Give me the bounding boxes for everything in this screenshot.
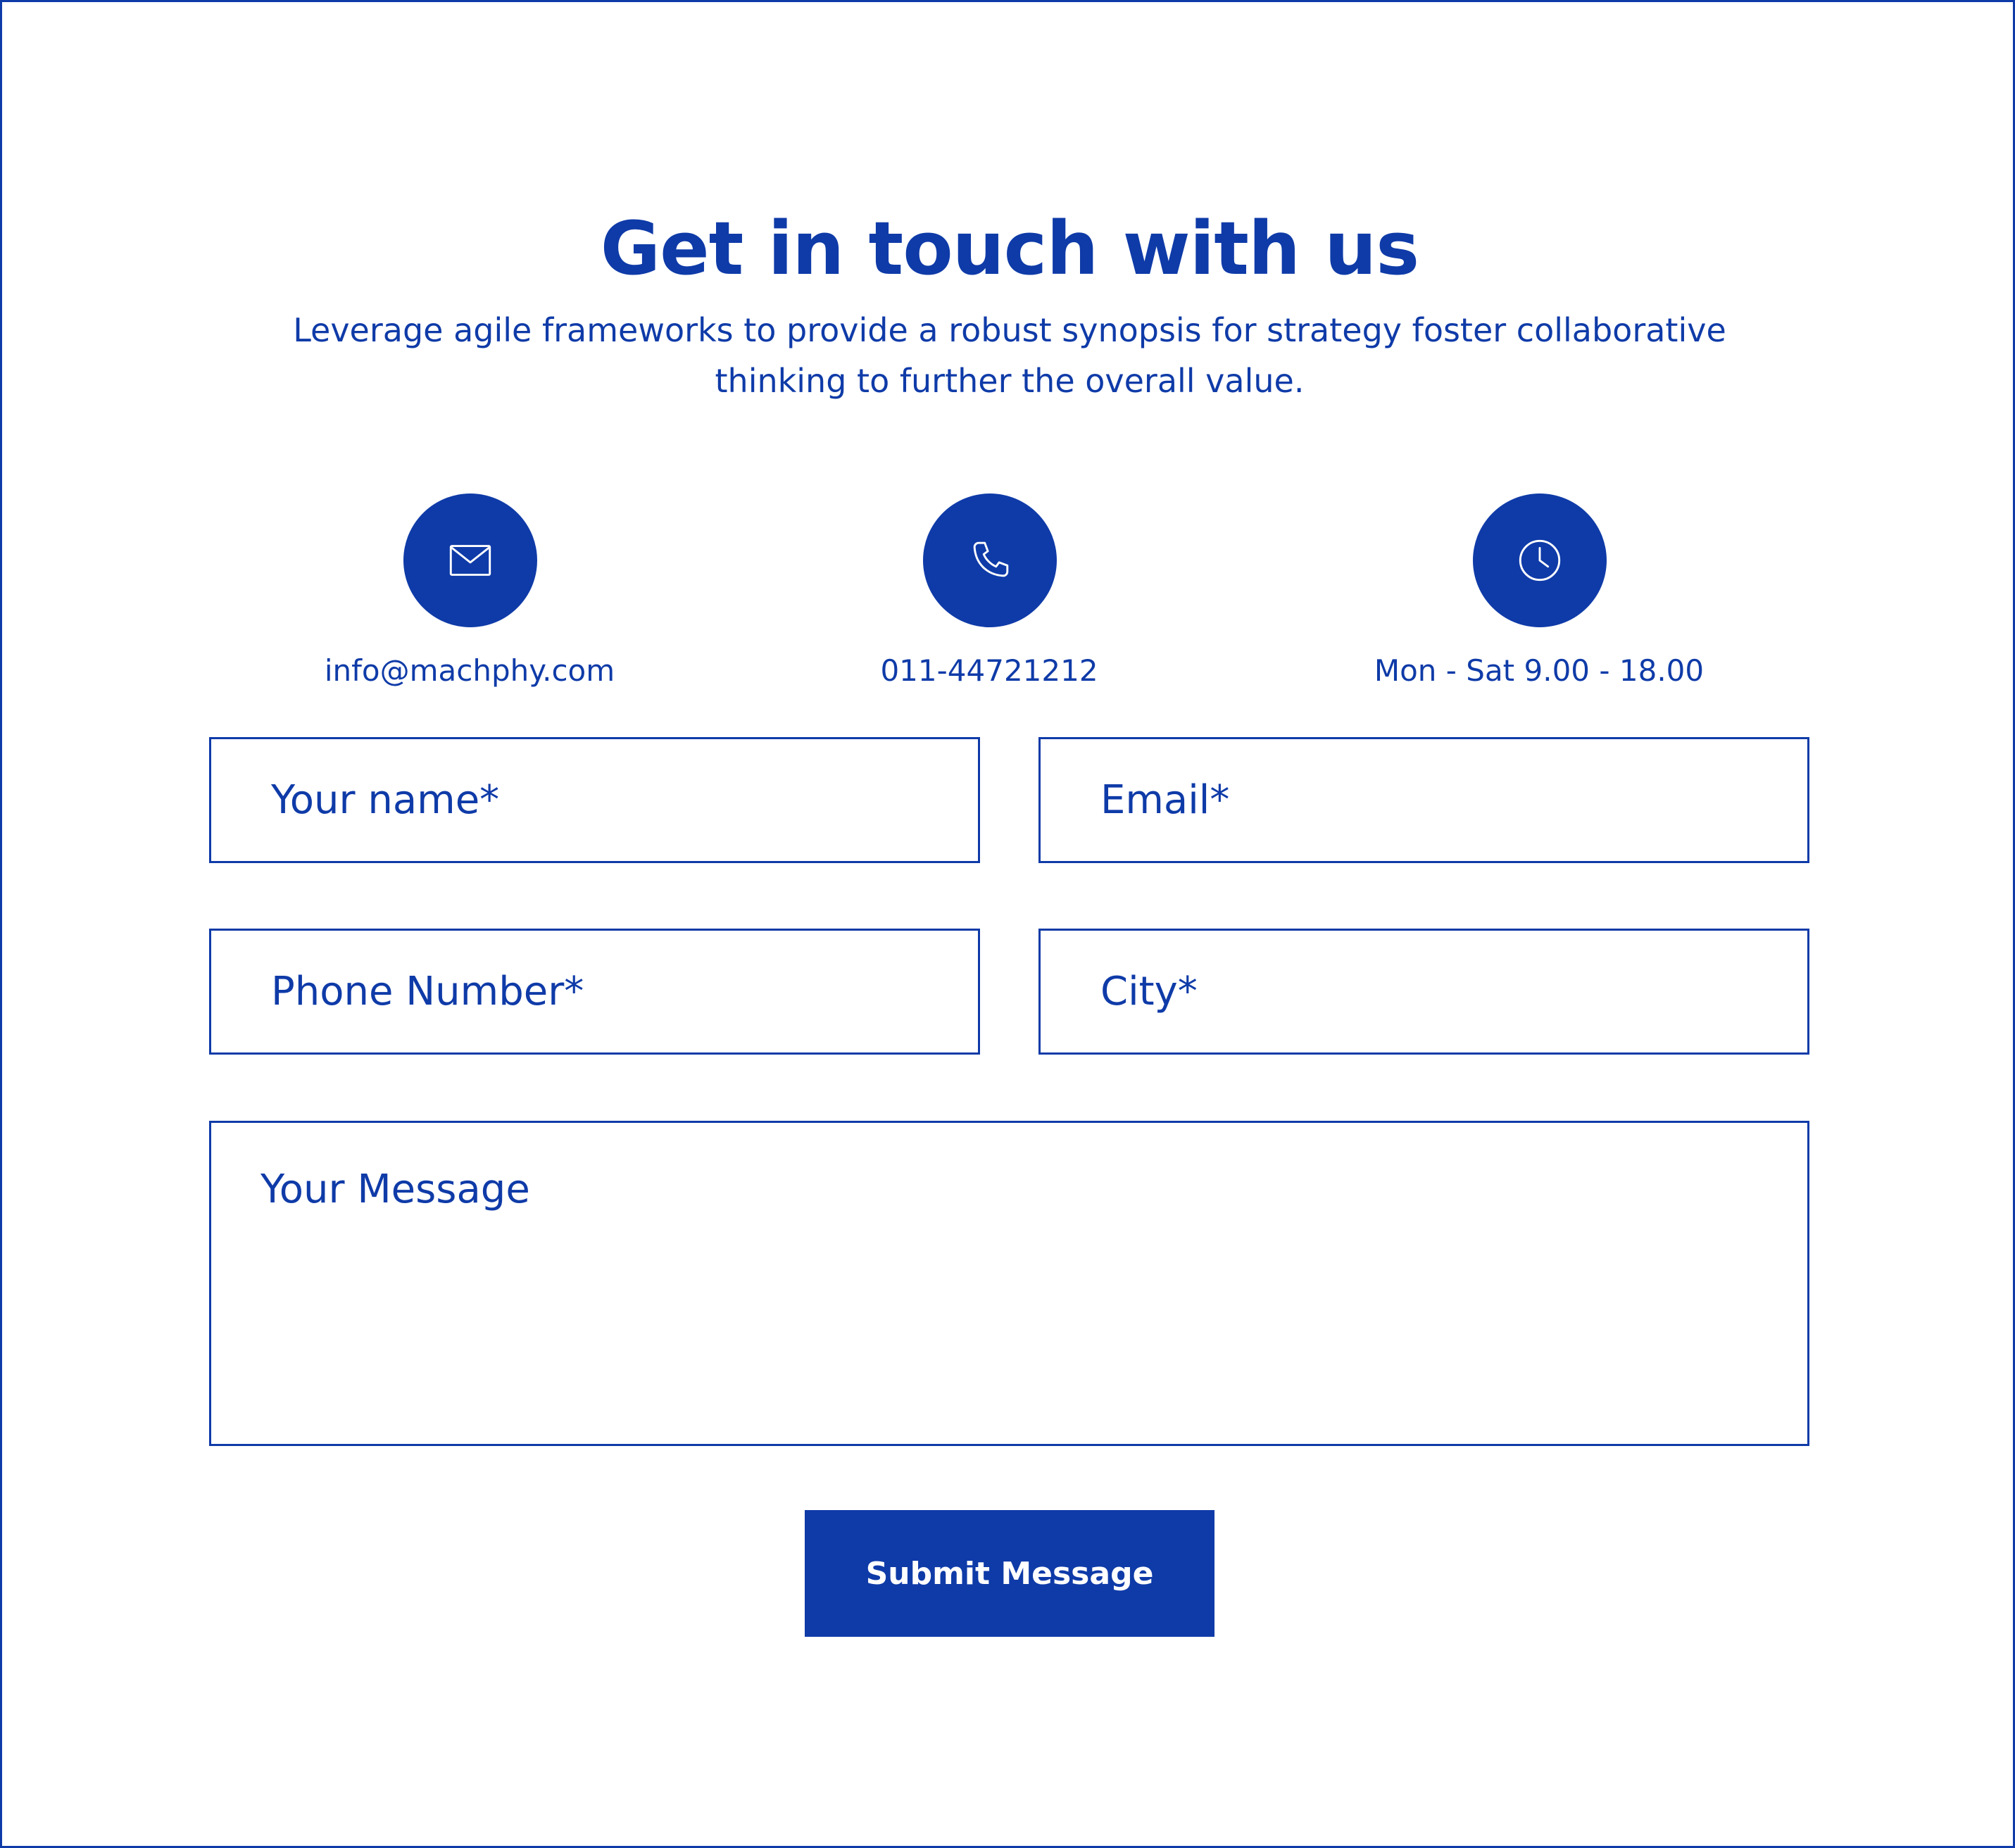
page-title: Get in touch with us [600, 206, 1419, 291]
name-input[interactable] [209, 737, 980, 863]
clock-icon [1473, 494, 1607, 627]
contact-hours: Mon - Sat 9.00 - 18.00 [1293, 494, 1785, 705]
submit-button[interactable]: Submit Message [805, 1510, 1214, 1637]
phone-icon [923, 494, 1057, 627]
contact-phone-text[interactable]: 011-44721212 [743, 650, 1236, 692]
page-subtitle: Leverage agile frameworks to provide a r… [293, 311, 1726, 400]
contact-phone: 011-44721212 [743, 494, 1236, 705]
envelope-icon [403, 494, 537, 627]
contact-hours-text: Mon - Sat 9.00 - 18.00 [1374, 653, 1705, 688]
message-textarea[interactable] [209, 1121, 1809, 1446]
page-frame: Get in touch with us Leverage agile fram… [0, 0, 2015, 1848]
email-input[interactable] [1038, 737, 1809, 863]
contact-email: info@machphy.com [223, 494, 716, 705]
contact-email-text[interactable]: info@machphy.com [223, 650, 716, 692]
phone-input[interactable] [209, 929, 980, 1055]
city-input[interactable] [1038, 929, 1809, 1055]
